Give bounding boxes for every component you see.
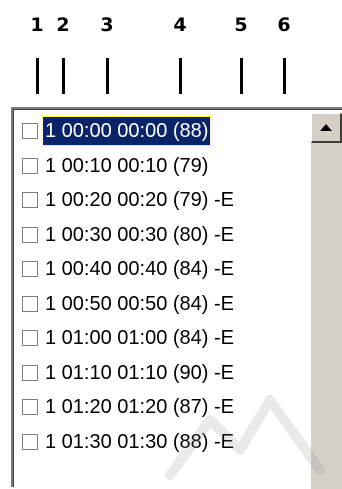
list-item-label: 1 01:00 01:00 (84) -E <box>45 327 235 349</box>
callout-line-1 <box>36 58 39 94</box>
callout-number-4: 4 <box>173 14 187 36</box>
list-item[interactable]: 1 01:10 01:10 (90) -E <box>19 357 309 392</box>
item-checkbox[interactable] <box>22 261 38 277</box>
callout-line-4 <box>179 58 182 94</box>
callout-number-3: 3 <box>100 14 114 36</box>
list-item-label: 1 00:50 00:50 (84) -E <box>45 292 235 315</box>
item-checkbox[interactable] <box>22 123 38 139</box>
list-item[interactable]: 1 00:40 00:40 (84) -E <box>19 253 309 288</box>
item-checkbox[interactable] <box>22 157 38 174</box>
item-checkbox[interactable] <box>22 295 38 312</box>
list-item-label: 1 00:10 00:10 (79) <box>45 154 209 177</box>
list-item[interactable]: 1 00:20 00:20 (79) -E <box>19 184 309 219</box>
checklist-rows: 1 00:00 00:00 (88) 1 00:10 00:10 (79) 1 … <box>19 115 309 460</box>
item-checkbox[interactable] <box>22 433 38 450</box>
list-item-label: 1 00:00 00:00 (88) <box>41 116 212 146</box>
list-item-label: 1 01:30 01:30 (88) -E <box>45 430 235 453</box>
item-checkbox[interactable] <box>22 192 38 208</box>
list-item-label: 1 00:30 00:30 (80) -E <box>45 223 235 246</box>
callout-number-2: 2 <box>56 14 70 36</box>
callout-line-3 <box>106 58 109 94</box>
vertical-scrollbar[interactable] <box>311 113 342 489</box>
list-item[interactable]: 1 00:50 00:50 (84) -E <box>19 288 309 323</box>
callout-number-1: 1 <box>30 14 44 36</box>
callout-line-6 <box>283 58 286 94</box>
list-item[interactable]: 1 00:30 00:30 (80) -E <box>19 219 309 254</box>
list-item-label: 1 01:20 01:20 (87) -E <box>45 396 235 418</box>
scroll-up-arrow-icon <box>320 124 332 131</box>
checklist-box[interactable]: 1 00:00 00:00 (88) 1 00:10 00:10 (79) 1 … <box>11 107 342 489</box>
list-item[interactable]: 1 00:10 00:10 (79) <box>19 150 309 185</box>
list-item[interactable]: 1 01:30 01:30 (88) -E <box>19 426 309 461</box>
list-item-label: 1 00:20 00:20 (79) -E <box>45 189 235 211</box>
list-item[interactable]: 1 01:00 01:00 (84) -E <box>19 322 309 357</box>
callout-line-2 <box>62 58 65 94</box>
list-item-label: 1 00:40 00:40 (84) -E <box>45 258 235 280</box>
item-checkbox[interactable] <box>22 364 38 381</box>
list-item-label: 1 01:10 01:10 (90) -E <box>45 361 235 384</box>
scroll-up-button[interactable] <box>311 113 342 143</box>
item-checkbox[interactable] <box>22 226 38 243</box>
item-checkbox[interactable] <box>22 399 38 415</box>
item-checkbox[interactable] <box>22 330 38 346</box>
callout-number-6: 6 <box>277 14 291 36</box>
callout-number-5: 5 <box>234 14 248 36</box>
list-item-selected[interactable]: 1 00:00 00:00 (88) <box>19 115 309 150</box>
list-item[interactable]: 1 01:20 01:20 (87) -E <box>19 391 309 426</box>
callout-markers: 1 2 3 4 5 6 <box>0 0 342 100</box>
callout-line-5 <box>240 58 243 94</box>
